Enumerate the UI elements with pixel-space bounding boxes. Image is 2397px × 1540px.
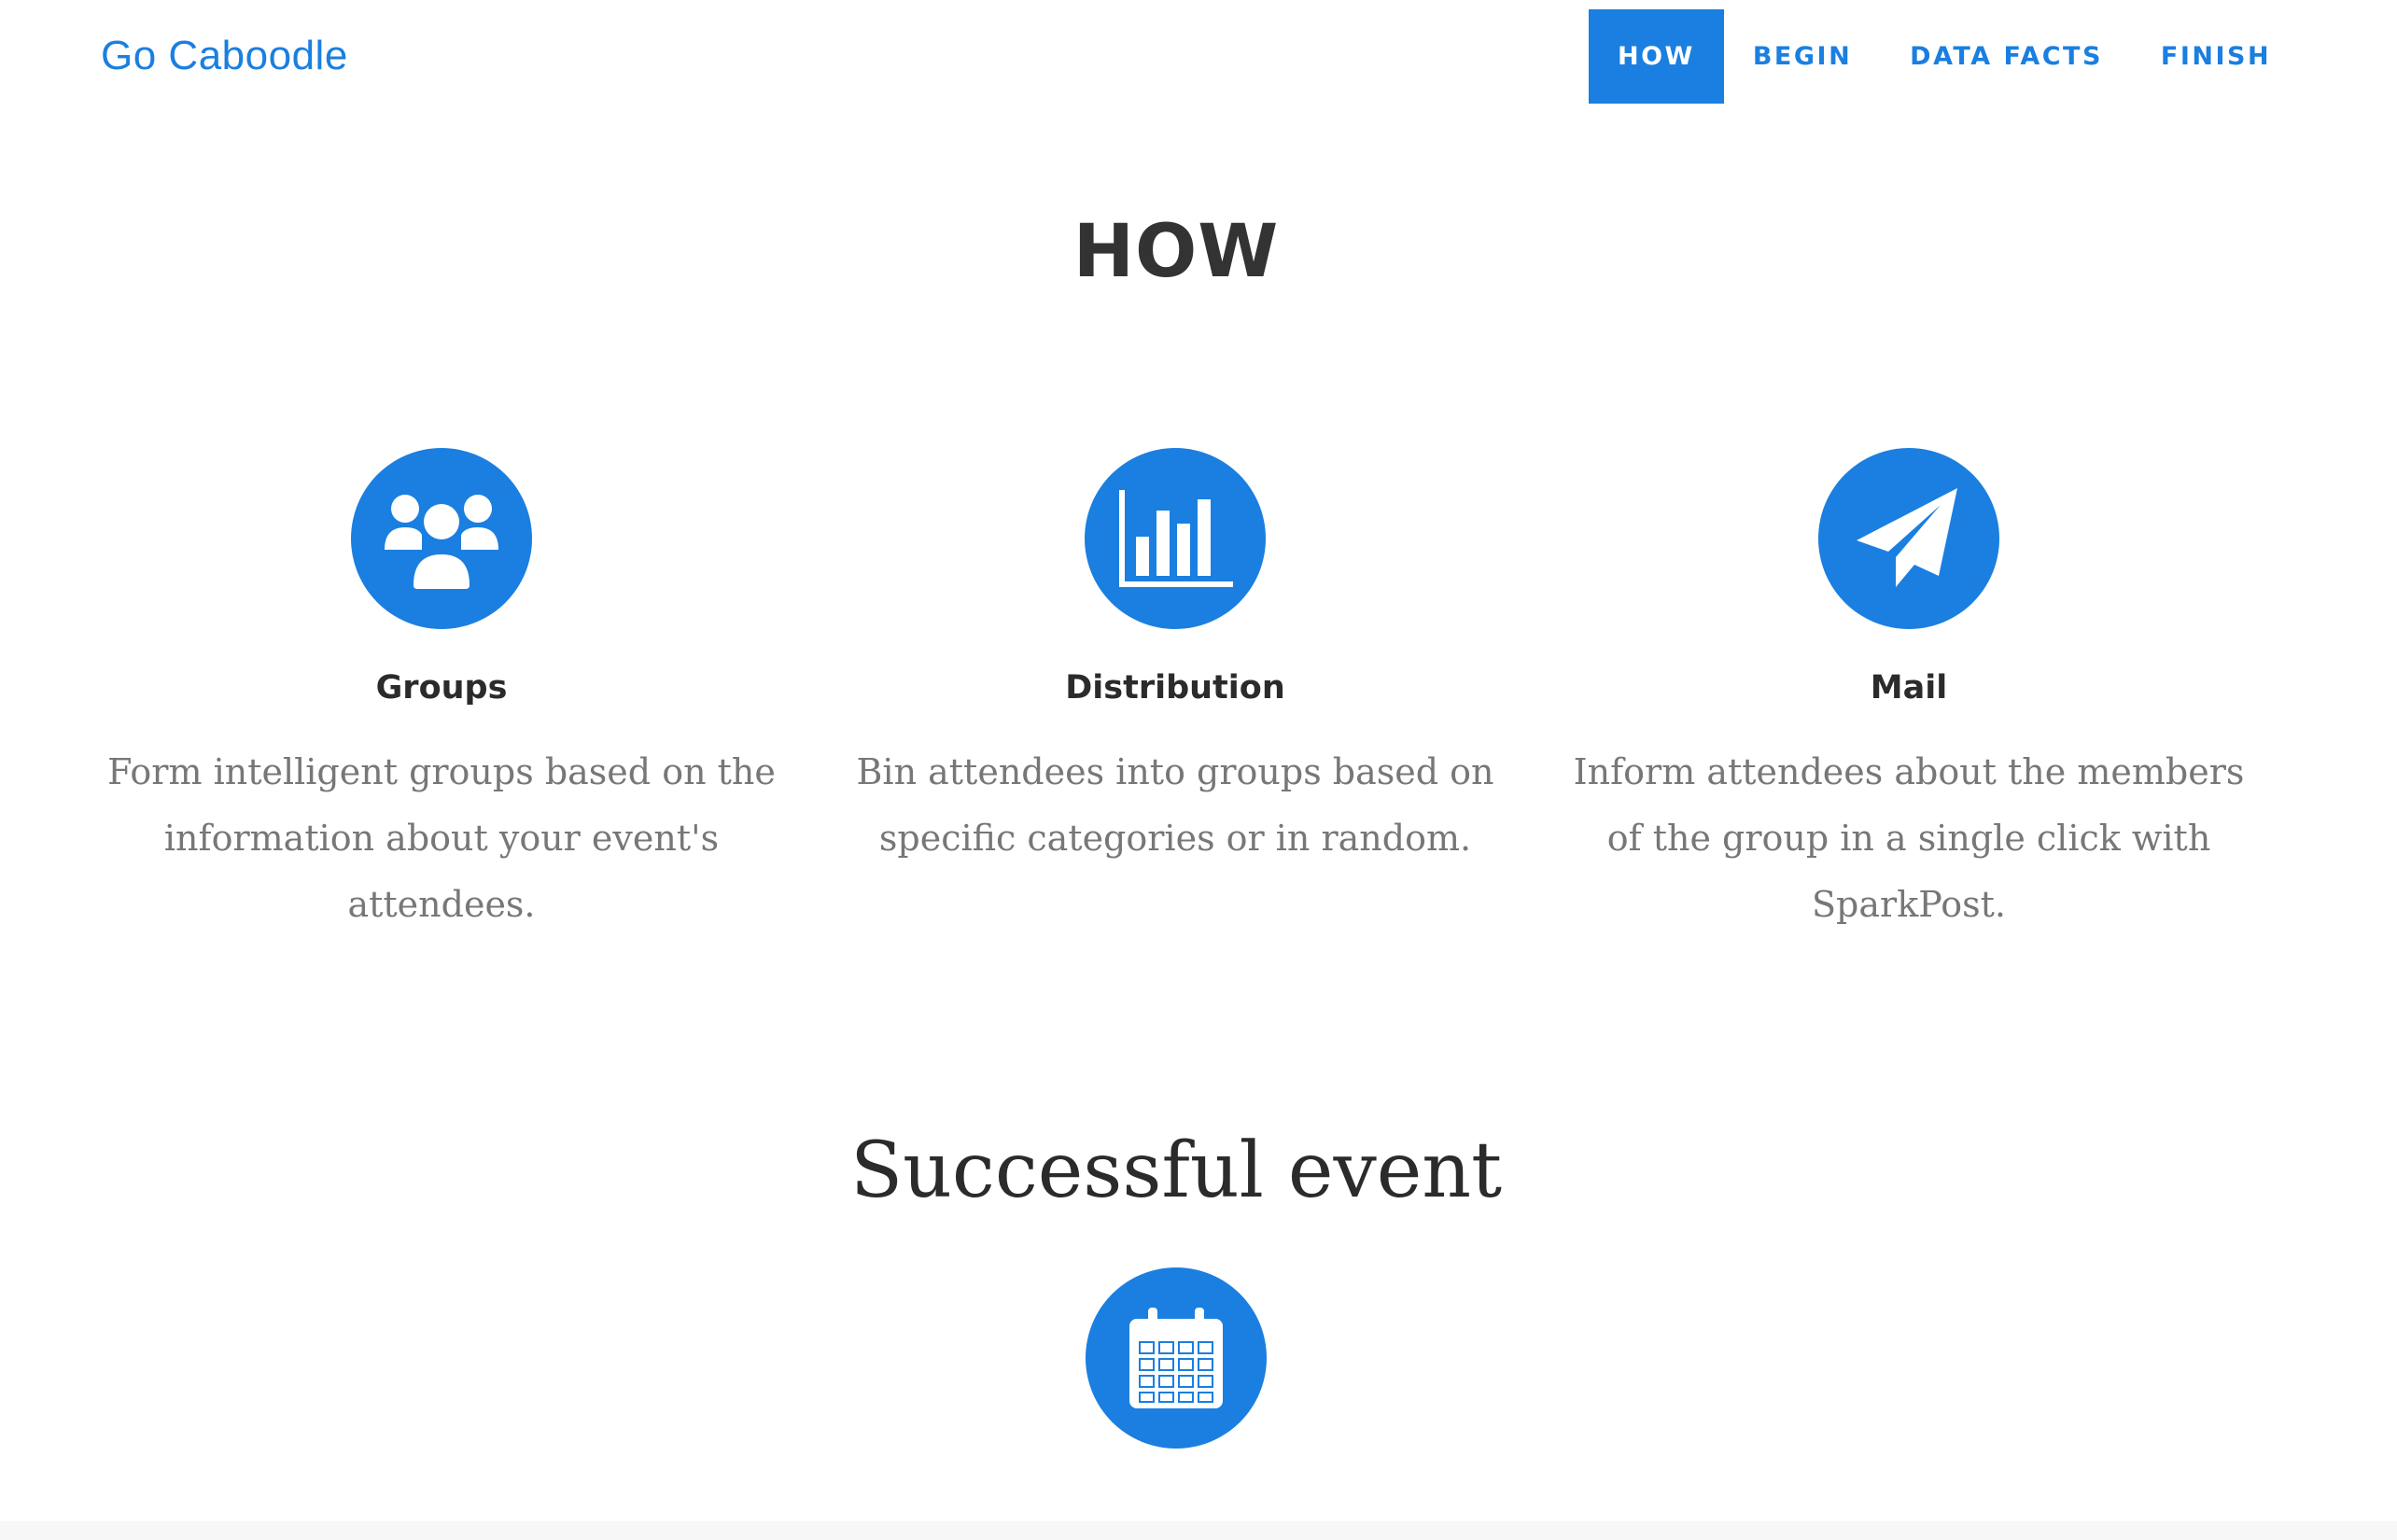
nav-item-data-facts[interactable]: DATA FACTS bbox=[1881, 9, 2132, 104]
nav-item-finish[interactable]: FINISH bbox=[2132, 9, 2300, 104]
navbar: Go Caboodle HOW BEGIN DATA FACTS FINISH bbox=[0, 0, 2397, 112]
feature-groups: Groups Form intelligent groups based on … bbox=[87, 448, 796, 938]
feature-distribution: Distribution Bin attendees into groups b… bbox=[820, 448, 1530, 872]
how-section-title: HOW bbox=[1072, 210, 1280, 294]
event-section-title: Successful event bbox=[849, 1127, 1503, 1215]
brand-logo-link[interactable]: Go Caboodle bbox=[101, 28, 348, 84]
feature-description: Form intelligent groups based on the inf… bbox=[107, 751, 776, 925]
feature-description: Inform attendees about the members of th… bbox=[1573, 751, 2245, 925]
nav-item-how[interactable]: HOW bbox=[1589, 9, 1724, 104]
users-icon bbox=[351, 448, 532, 629]
calendar-icon bbox=[1086, 1267, 1267, 1449]
bar-chart-icon bbox=[1085, 448, 1266, 629]
feature-mail: Mail Inform attendees about the members … bbox=[1554, 448, 2264, 938]
page-bottom-edge bbox=[0, 1521, 2397, 1540]
paper-plane-icon bbox=[1818, 448, 1999, 629]
feature-title: Groups bbox=[375, 669, 508, 707]
feature-title: Mail bbox=[1870, 669, 1948, 707]
page: Go Caboodle HOW BEGIN DATA FACTS FINISH … bbox=[0, 0, 2397, 1540]
feature-description: Bin attendees into groups based on speci… bbox=[856, 751, 1494, 859]
nav-menu: HOW BEGIN DATA FACTS FINISH bbox=[1589, 9, 2300, 104]
nav-item-begin[interactable]: BEGIN bbox=[1724, 9, 1881, 104]
feature-title: Distribution bbox=[1065, 669, 1285, 707]
